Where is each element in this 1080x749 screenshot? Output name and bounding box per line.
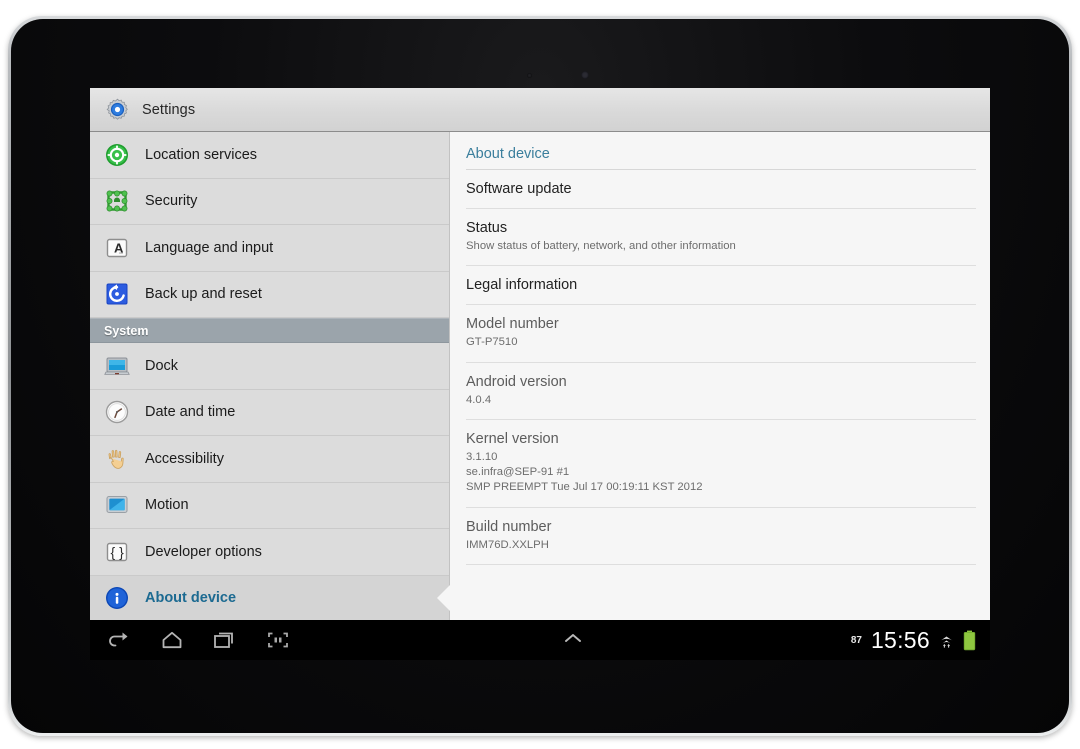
info-circle-icon [104,585,130,611]
pref-title: Model number [466,316,559,333]
pref-title: Legal information [466,277,578,294]
sidebar-item-security[interactable]: Security [90,178,449,225]
sidebar-item-date-and-time[interactable]: Date and time [90,389,449,436]
sidebar-item-dock[interactable]: Dock [90,343,449,390]
panel-title: About device [466,132,976,170]
back-arrow-icon[interactable] [106,628,132,652]
sidebar-item-label: Security [145,193,198,210]
pref-legal-information[interactable]: Legal information [466,266,976,306]
settings-sidebar[interactable]: Location services Security A Language an… [90,132,450,660]
clock-icon [104,399,130,425]
svg-text:{ }: { } [111,544,125,560]
sidebar-item-motion[interactable]: Motion [90,482,449,529]
sidebar-item-back-up-and-reset[interactable]: Back up and reset [90,271,449,318]
status-area[interactable]: 87 15:56 [851,627,990,654]
sidebar-item-label: Accessibility [145,450,224,467]
screen-tilt-icon [104,492,130,518]
sidebar-item-label: Developer options [145,543,262,560]
app-title: Settings [142,101,196,118]
security-grid-icon [104,188,130,214]
sidebar-section-header-system: System [90,318,449,343]
settings-gear-icon [106,98,129,121]
sidebar-item-language-and-input[interactable]: A Language and input [90,225,449,272]
pref-title: Kernel version [466,430,559,447]
monitor-icon [104,353,130,379]
sidebar-item-developer-options[interactable]: { } Developer options [90,529,449,576]
system-navigation-bar: 87 15:56 [90,620,990,660]
pref-summary: IMM76D.XXLPH [466,538,549,551]
expand-notifications-handle[interactable] [291,628,851,652]
battery-percent-label: 87 [850,634,862,646]
pref-title: Software update [466,181,572,197]
wifi-icon [937,630,956,650]
ambient-light-sensor [527,73,532,78]
sidebar-item-about-device[interactable]: About device [90,575,450,622]
sidebar-item-label: Dock [145,357,179,374]
sidebar-item-label: Motion [145,497,189,514]
hand-icon [104,446,130,472]
battery-full-icon [963,630,976,651]
recent-apps-icon[interactable] [212,628,238,652]
about-device-panel: About device Software update Status Show… [450,132,990,660]
section-header-label: System [104,323,149,338]
pref-title: Android version [466,373,567,390]
pref-title: Build number [466,518,552,535]
restore-arrow-icon [104,281,130,307]
action-bar: Settings [90,88,990,132]
pref-title: Status [466,220,508,236]
pref-summary: 4.0.4 [466,393,492,406]
sidebar-item-label: Back up and reset [145,286,262,303]
status-clock: 15:56 [870,626,930,653]
pref-summary: GT-P7510 [466,336,518,349]
chevron-up-icon[interactable] [558,628,584,652]
pref-android-version: Android version 4.0.4 [466,363,976,420]
sidebar-item-label: Language and input [145,239,274,256]
pref-model-number: Model number GT-P7510 [466,305,976,363]
pref-kernel-version: Kernel version 3.1.10 se.infra@SEP-91 #1… [466,420,976,508]
sidebar-item-location-services[interactable]: Location services [90,132,449,179]
sidebar-item-accessibility[interactable]: Accessibility [90,436,449,483]
screenshot-capture-icon[interactable] [265,628,291,652]
sidebar-item-label: Date and time [145,404,236,421]
pref-software-update[interactable]: Software update [466,170,976,209]
location-target-icon [104,142,130,168]
front-camera-icon [581,71,589,79]
pref-summary: Show status of battery, network, and oth… [466,240,736,252]
sidebar-item-label: About device [145,590,237,607]
pref-summary: 3.1.10 se.infra@SEP-91 #1 SMP PREEMPT Tu… [466,450,703,494]
selected-item-notch [437,585,450,612]
home-icon[interactable] [159,628,185,652]
settings-body: Location services Security A Language an… [90,132,990,660]
pref-status[interactable]: Status Show status of battery, network, … [466,209,976,267]
tablet-screen: Settings Location services Security A La… [90,88,990,660]
curly-braces-icon: { } [104,539,130,565]
sidebar-item-label: Location services [145,146,258,163]
pref-build-number: Build number IMM76D.XXLPH [466,508,976,565]
nav-buttons-group [90,628,291,652]
letter-a-icon: A [104,235,130,261]
